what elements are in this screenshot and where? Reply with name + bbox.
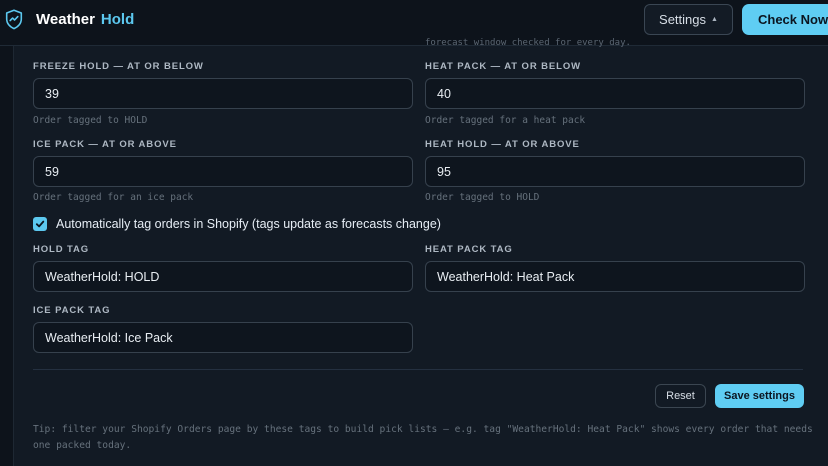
brand: Weather Hold bbox=[5, 9, 134, 30]
heat-pack-label: HEAT PACK — AT OR BELOW bbox=[425, 61, 581, 72]
app-name: Weather Hold bbox=[36, 11, 134, 28]
top-bar: Weather Hold Settings ▲ Check Now bbox=[0, 0, 828, 46]
heat-pack-input[interactable]: 40 bbox=[425, 78, 805, 109]
tip-text: Tip: filter your Shopify Orders page by … bbox=[33, 424, 813, 451]
checkmark-icon bbox=[35, 220, 45, 228]
check-now-button[interactable]: Check Now bbox=[742, 4, 828, 35]
heat-pack-tag-input[interactable]: WeatherHold: Heat Pack bbox=[425, 261, 805, 292]
ice-pack-hint: Order tagged for an ice pack bbox=[33, 192, 194, 203]
reset-button[interactable]: Reset bbox=[655, 384, 706, 408]
heat-hold-hint: Order tagged to HOLD bbox=[425, 192, 540, 203]
freeze-hold-label: FREEZE HOLD — AT OR BELOW bbox=[33, 61, 204, 72]
auto-tag-checkbox[interactable] bbox=[33, 217, 47, 231]
settings-button-label: Settings bbox=[659, 12, 707, 27]
heat-hold-input[interactable]: 95 bbox=[425, 156, 805, 187]
ice-pack-tag-input[interactable]: WeatherHold: Ice Pack bbox=[33, 322, 413, 353]
settings-button[interactable]: Settings ▲ bbox=[644, 4, 733, 35]
caret-up-icon: ▲ bbox=[711, 16, 718, 23]
ice-pack-input[interactable]: 59 bbox=[33, 156, 413, 187]
freeze-hold-input[interactable]: 39 bbox=[33, 78, 413, 109]
save-settings-button[interactable]: Save settings bbox=[715, 384, 804, 408]
heat-pack-hint: Order tagged for a heat pack bbox=[425, 115, 586, 126]
cutoff-hint: forecast window checked for every day. bbox=[425, 38, 631, 48]
divider bbox=[33, 369, 803, 370]
heat-hold-label: HEAT HOLD — AT OR ABOVE bbox=[425, 139, 580, 150]
auto-tag-label: Automatically tag orders in Shopify (tag… bbox=[56, 217, 441, 231]
app-name-accent: Hold bbox=[100, 11, 135, 28]
heat-pack-tag-label: HEAT PACK TAG bbox=[425, 244, 513, 255]
shield-check-icon bbox=[5, 9, 23, 30]
app-name-primary: Weather bbox=[36, 11, 95, 28]
ice-pack-tag-label: ICE PACK TAG bbox=[33, 305, 111, 316]
freeze-hold-hint: Order tagged to HOLD bbox=[33, 115, 148, 126]
hold-tag-input[interactable]: WeatherHold: HOLD bbox=[33, 261, 413, 292]
ice-pack-label: ICE PACK — AT OR ABOVE bbox=[33, 139, 177, 150]
auto-tag-row[interactable]: Automatically tag orders in Shopify (tag… bbox=[33, 217, 441, 231]
hold-tag-label: HOLD TAG bbox=[33, 244, 90, 255]
